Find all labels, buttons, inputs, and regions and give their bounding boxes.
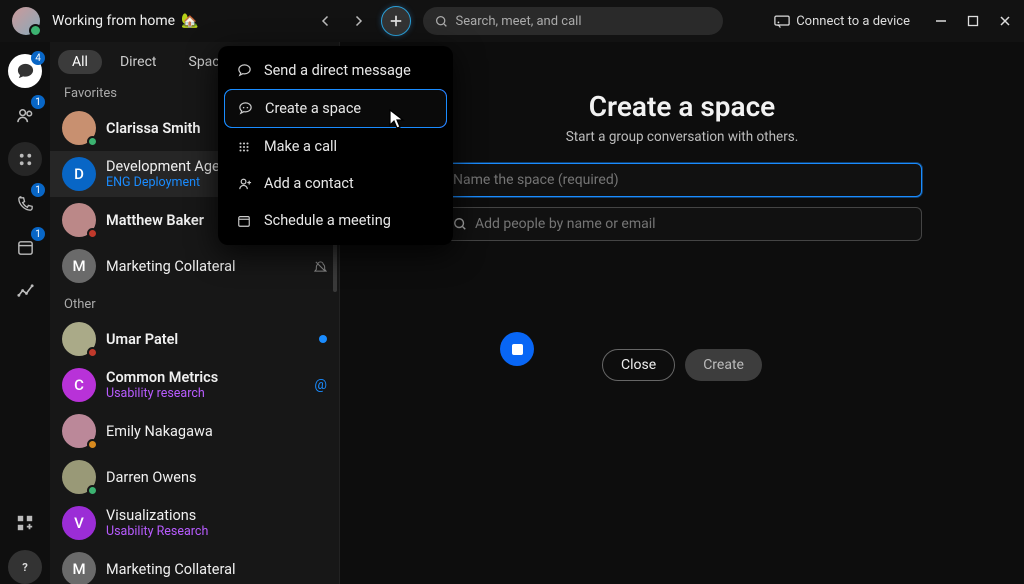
- rail-calls[interactable]: 1: [8, 186, 42, 220]
- cast-icon: [774, 15, 790, 28]
- rail-analytics[interactable]: [8, 274, 42, 308]
- avatar: [62, 322, 96, 356]
- list-item[interactable]: Umar Patel: [50, 316, 339, 362]
- action-row: Close Create: [602, 349, 762, 381]
- titlebar: Working from home 🏡 Search, meet, and ca…: [0, 0, 1024, 42]
- item-title: Visualizations: [106, 507, 208, 524]
- menu-label: Add a contact: [264, 175, 354, 192]
- stop-icon: [512, 344, 523, 355]
- search-placeholder: Search, meet, and call: [456, 14, 582, 29]
- list-item[interactable]: C Common MetricsUsability research @: [50, 362, 339, 408]
- body: 4 1 1 1 ?: [0, 42, 1024, 584]
- list-item[interactable]: Darren Owens: [50, 454, 339, 500]
- menu-schedule-meeting[interactable]: Schedule a meeting: [224, 202, 447, 239]
- back-button[interactable]: [317, 12, 335, 30]
- avatar: [62, 414, 96, 448]
- panel-subtitle: Start a group conversation with others.: [566, 129, 799, 145]
- item-title: Matthew Baker: [106, 212, 204, 229]
- mention-icon: @: [314, 377, 327, 393]
- item-title: Marketing Collateral: [106, 258, 236, 275]
- rail-messaging[interactable]: 4: [8, 54, 42, 88]
- other-list: Umar Patel C Common MetricsUsability resea…: [50, 316, 339, 584]
- item-title: Clarissa Smith: [106, 120, 201, 137]
- item-subtitle: Usability research: [106, 386, 218, 401]
- list-item[interactable]: Emily Nakagawa: [50, 408, 339, 454]
- badge: 1: [31, 227, 45, 241]
- global-search[interactable]: Search, meet, and call: [423, 7, 723, 35]
- badge: 4: [31, 51, 45, 65]
- search-icon: [453, 217, 467, 231]
- section-other[interactable]: Other: [50, 289, 339, 316]
- rail-help[interactable]: ?: [8, 550, 42, 584]
- avatar: [62, 111, 96, 145]
- tab-all[interactable]: All: [58, 50, 102, 74]
- unread-indicator: [319, 335, 327, 343]
- new-menu-dropdown: Send a direct message Create a space Mak…: [218, 46, 453, 245]
- app-window: Working from home 🏡 Search, meet, and ca…: [0, 0, 1024, 584]
- menu-create-space[interactable]: Create a space: [224, 89, 447, 128]
- connect-device-button[interactable]: Connect to a device: [774, 14, 910, 29]
- space-name-field[interactable]: [442, 163, 922, 197]
- close-window-button[interactable]: [998, 14, 1012, 28]
- list-item[interactable]: V VisualizationsUsability Research: [50, 500, 339, 546]
- rail-calendar[interactable]: 1: [8, 230, 42, 264]
- menu-make-call[interactable]: Make a call: [224, 128, 447, 165]
- avatar: C: [62, 368, 96, 402]
- create-space-form: [442, 163, 922, 241]
- chat-icon: [236, 63, 252, 79]
- close-button[interactable]: Close: [602, 349, 675, 381]
- status-label: Working from home: [52, 13, 175, 29]
- window-controls: [934, 14, 1012, 28]
- rail-apps[interactable]: [8, 506, 42, 540]
- status-emoji: 🏡: [181, 13, 198, 29]
- item-title: Umar Patel: [106, 331, 178, 348]
- item-title: Darren Owens: [106, 469, 196, 486]
- user-avatar[interactable]: [12, 7, 40, 35]
- floating-action-button[interactable]: [500, 332, 534, 366]
- list-item[interactable]: M Marketing Collateral: [50, 243, 339, 289]
- dialpad-icon: [236, 139, 252, 155]
- avatar: D: [62, 157, 96, 191]
- search-icon: [435, 15, 448, 28]
- list-item[interactable]: M Marketing Collateral: [50, 546, 339, 584]
- space-name-input[interactable]: [453, 172, 911, 188]
- user-status[interactable]: Working from home 🏡: [52, 13, 199, 29]
- badge: 1: [31, 183, 45, 197]
- rail-teams[interactable]: [8, 142, 42, 176]
- avatar: [62, 460, 96, 494]
- add-contact-icon: [236, 176, 252, 192]
- tab-direct[interactable]: Direct: [106, 50, 171, 74]
- menu-label: Make a call: [264, 138, 337, 155]
- menu-label: Create a space: [265, 100, 361, 117]
- mute-icon: [314, 260, 327, 273]
- panel-title: Create a space: [589, 90, 776, 123]
- item-title: Emily Nakagawa: [106, 423, 213, 440]
- space-icon: [237, 101, 253, 117]
- add-people-field[interactable]: [442, 207, 922, 241]
- calendar-icon: [236, 213, 252, 229]
- avatar: [62, 203, 96, 237]
- avatar: M: [62, 249, 96, 283]
- nav-arrows: [317, 12, 367, 30]
- nav-rail: 4 1 1 1 ?: [0, 42, 50, 584]
- menu-add-contact[interactable]: Add a contact: [224, 165, 447, 202]
- menu-label: Schedule a meeting: [264, 212, 391, 229]
- item-title: Marketing Collateral: [106, 561, 236, 578]
- svg-text:?: ?: [22, 561, 28, 574]
- new-button[interactable]: [381, 6, 411, 36]
- item-title: Common Metrics: [106, 369, 218, 386]
- add-people-input[interactable]: [475, 216, 911, 232]
- forward-button[interactable]: [349, 12, 367, 30]
- badge: 1: [31, 95, 45, 109]
- item-subtitle: Usability Research: [106, 524, 208, 539]
- menu-label: Send a direct message: [264, 62, 411, 79]
- rail-people[interactable]: 1: [8, 98, 42, 132]
- avatar: V: [62, 506, 96, 540]
- create-button: Create: [685, 349, 762, 381]
- maximize-button[interactable]: [966, 14, 980, 28]
- minimize-button[interactable]: [934, 14, 948, 28]
- menu-send-dm[interactable]: Send a direct message: [224, 52, 447, 89]
- connect-label: Connect to a device: [796, 14, 910, 29]
- avatar: M: [62, 552, 96, 584]
